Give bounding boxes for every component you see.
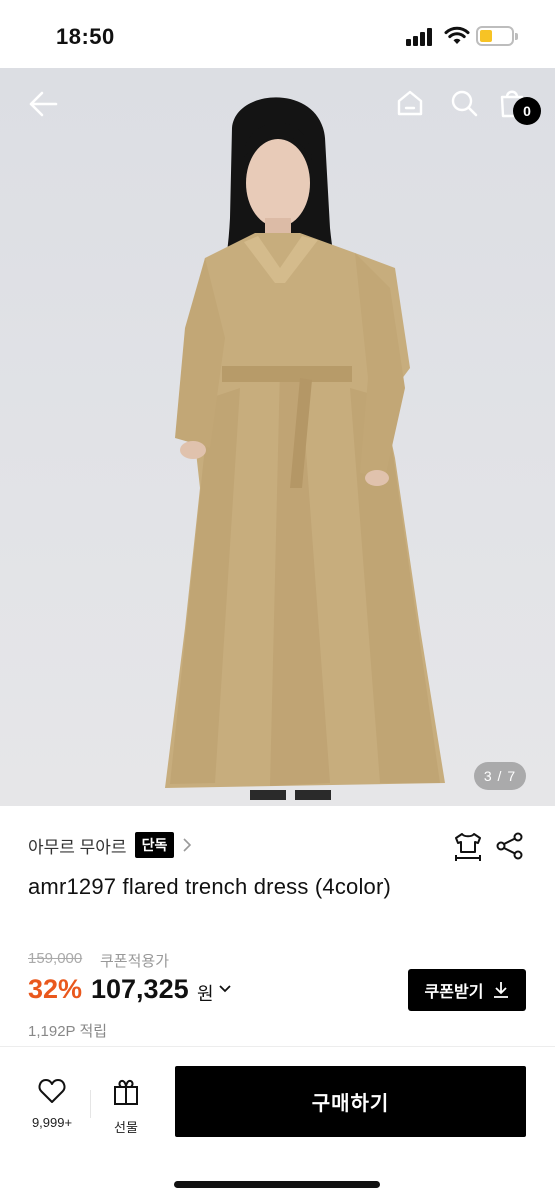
coupon-price-label: 쿠폰적용가 [100,953,170,970]
search-icon[interactable] [450,89,478,117]
wishlist-count: 9,999+ [31,1115,73,1130]
gift-label: 선물 [114,1120,138,1135]
status-bar: 18:50 [0,0,555,68]
battery-icon [476,26,518,46]
download-icon [494,982,509,998]
model-photo [165,97,445,800]
home-icon[interactable] [396,89,424,117]
original-price: 159,000 [28,950,83,967]
get-coupon-button[interactable]: 쿠폰받기 [408,969,526,1011]
gift-button[interactable]: 선물 [104,1078,148,1136]
divider [90,1090,91,1118]
sale-price: 107,325 [91,974,189,1004]
image-pager: 3 / 7 [474,762,526,790]
product-title: amr1297 flared trench dress (4color) [28,874,392,899]
home-indicator [174,1181,380,1188]
size-guide-icon[interactable] [452,830,484,862]
chevron-down-icon[interactable] [218,984,232,994]
brand-name: 아무르 무아르 [28,837,127,857]
brand-link[interactable]: 아무르 무아르 단독 [28,832,192,858]
back-arrow-icon[interactable] [28,90,58,118]
heart-icon [38,1079,66,1103]
get-coupon-label: 쿠폰받기 [424,984,484,1001]
reward-points: 1,192P 적립 [28,1023,108,1040]
cart-count-badge[interactable]: 0 [513,97,541,125]
share-icon[interactable] [496,832,524,860]
gift-icon [114,1079,138,1105]
discount-rate: 32% [28,974,83,1004]
status-time: 18:50 [56,24,115,49]
price-unit: 원 [197,984,214,1004]
wishlist-button[interactable]: 9,999+ [26,1078,78,1130]
buy-button[interactable]: 구매하기 [175,1066,526,1137]
product-image[interactable] [0,68,555,806]
divider [0,1046,555,1047]
chevron-right-icon [183,838,192,852]
signal-icon [406,28,436,46]
exclusive-badge: 단독 [134,832,175,858]
wifi-icon [444,26,470,44]
